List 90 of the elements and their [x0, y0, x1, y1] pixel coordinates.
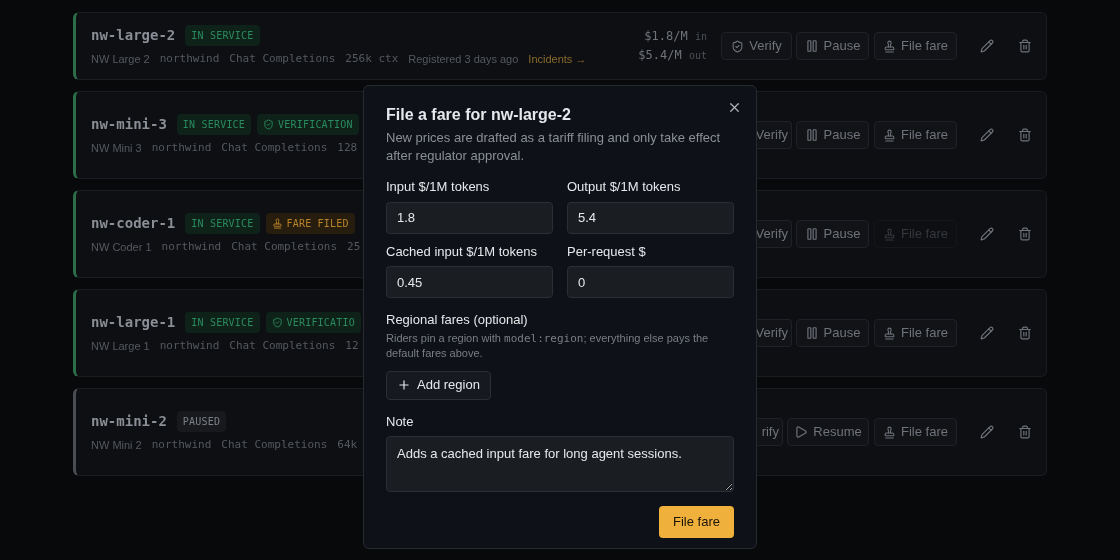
note-label: Note — [386, 412, 415, 431]
stamp-icon — [883, 326, 896, 340]
model-meta: NW Large 1 — [91, 338, 150, 354]
edit-icon[interactable] — [980, 425, 994, 439]
pause-button[interactable]: Pause — [796, 32, 869, 60]
status-badge: FARE FILED — [265, 212, 355, 234]
model-meta: Chat Completions — [221, 139, 328, 156]
delete-icon[interactable] — [1018, 425, 1032, 439]
model-meta: 25 — [347, 238, 361, 255]
model-name: nw-large-2 — [91, 25, 176, 45]
model-meta: NW Coder 1 — [91, 239, 152, 255]
model-meta: 64k — [337, 436, 358, 453]
price-input[interactable]: 1.8 — [386, 201, 553, 234]
model-meta: NW Large 2 — [91, 51, 150, 67]
field-label: Input $/1M tokens — [386, 178, 491, 196]
field-label: Output $/1M tokens — [567, 178, 682, 196]
stamp-icon — [271, 217, 283, 229]
model-name: nw-mini-3 — [91, 114, 167, 134]
model-meta: 256k ctx — [345, 50, 399, 67]
pause-button[interactable]: Pause — [796, 220, 869, 248]
play-icon — [794, 425, 809, 439]
stamp-icon — [883, 39, 896, 53]
close-icon[interactable] — [727, 100, 742, 115]
price-text: $5.4/M out — [638, 47, 707, 64]
edit-icon[interactable] — [980, 326, 994, 340]
model-meta: northwind — [151, 436, 212, 453]
shield-icon — [271, 316, 283, 328]
note-field[interactable]: Adds a cached input fare for long agent sessions. — [386, 436, 734, 492]
pause-icon — [804, 227, 819, 241]
verify-button[interactable]: rify — [756, 418, 783, 446]
delete-icon[interactable] — [1018, 227, 1032, 241]
model-meta: northwind — [159, 50, 220, 67]
add-region-button[interactable]: Add region — [386, 370, 491, 400]
model-meta: Chat Completions — [229, 337, 336, 354]
model-meta: northwind — [151, 139, 212, 156]
shield-icon — [263, 118, 275, 130]
plus-icon — [397, 378, 411, 392]
pause-icon — [804, 326, 819, 340]
price-input[interactable]: 5.4 — [567, 201, 734, 234]
delete-icon[interactable] — [1018, 326, 1032, 340]
status-badge: PAUSED — [176, 410, 227, 432]
shield-icon — [731, 39, 745, 53]
model-meta: NW Mini 2 — [91, 437, 142, 453]
field-label: Per-request $ — [567, 242, 647, 261]
pause-button[interactable]: Pause — [796, 121, 869, 149]
status-badge: IN SERVICE — [185, 212, 260, 234]
model-meta: Chat Completions — [221, 436, 328, 453]
pause-icon — [804, 39, 819, 53]
dialog-title: File a fare for nw-large-2 — [386, 105, 572, 125]
delete-icon[interactable] — [1018, 128, 1032, 142]
edit-icon[interactable] — [980, 39, 994, 53]
model-name: nw-coder-1 — [91, 213, 176, 233]
price-input[interactable]: 0.45 — [386, 266, 553, 298]
status-badge: IN SERVICE — [185, 24, 260, 46]
model-meta: 12 — [345, 337, 359, 354]
model-meta: northwind — [161, 238, 222, 255]
price-text: $1.8/M in — [644, 28, 707, 45]
model-meta: 128 — [337, 139, 358, 156]
field-label: Cached input $/1M tokens — [386, 242, 539, 261]
stamp-icon — [883, 425, 896, 439]
dialog-description: New prices are drafted as a tariff filing and only take effect after regulator approval. — [386, 129, 722, 165]
status-badge: IN SERVICE — [176, 113, 252, 135]
model-meta: Chat Completions — [231, 238, 338, 255]
edit-icon[interactable] — [980, 128, 994, 142]
pause-button[interactable]: Pause — [796, 319, 869, 347]
model-meta: NW Mini 3 — [91, 140, 142, 156]
model-meta: Chat Completions — [229, 50, 336, 67]
model-meta: Registered 3 days ago — [408, 51, 519, 67]
model-name: nw-mini-2 — [91, 411, 167, 431]
status-badge: VERIFICATIO — [265, 311, 361, 333]
file-fare-button[interactable]: File fare — [874, 121, 957, 149]
section-label: Regional fares (optional) — [386, 311, 529, 329]
incidents-link[interactable]: Incidents → — [528, 50, 587, 68]
price-input[interactable]: 0 — [567, 266, 734, 298]
file-fare-button[interactable]: File fare — [874, 418, 957, 446]
stamp-icon — [883, 128, 896, 142]
stamp-icon — [883, 227, 896, 241]
file-fare-button[interactable]: File fare — [874, 319, 957, 347]
pause-icon — [804, 128, 819, 142]
section-hint: Riders pin a region with model:region; everything else pays the default fares above. — [386, 330, 710, 361]
delete-icon[interactable] — [1018, 39, 1032, 53]
file-fare-submit-button[interactable]: File fare — [659, 506, 734, 538]
file-fare-button[interactable]: File fare — [874, 32, 957, 60]
model-name: nw-large-1 — [91, 312, 176, 332]
status-badge: IN SERVICE — [185, 311, 260, 333]
resume-button[interactable]: Resume — [787, 418, 869, 446]
model-meta: northwind — [159, 337, 220, 354]
verify-button[interactable]: Verify — [721, 32, 792, 60]
status-badge: VERIFICATION — [257, 113, 359, 135]
edit-icon[interactable] — [980, 227, 994, 241]
